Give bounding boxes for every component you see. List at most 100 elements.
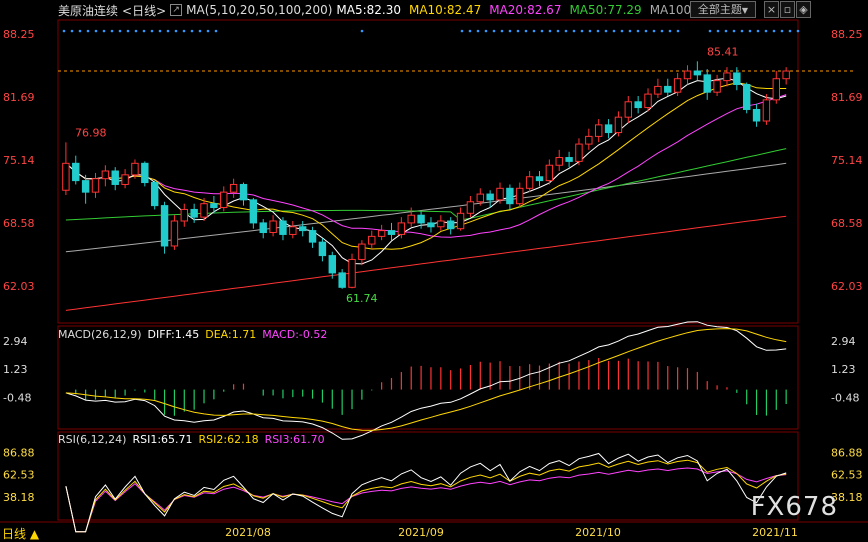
event-dot bbox=[668, 29, 672, 33]
event-dot bbox=[70, 29, 74, 33]
rsi-tick-left: 86.88 bbox=[3, 446, 35, 459]
event-dot bbox=[620, 29, 624, 33]
settings-icon[interactable]: ◈ bbox=[796, 1, 811, 18]
candle-down bbox=[604, 124, 613, 134]
candle-up bbox=[377, 230, 386, 237]
period-selector[interactable]: 日线 ▲ bbox=[2, 525, 39, 542]
ma-icon[interactable]: ↗ bbox=[170, 4, 183, 16]
theme-dropdown-label: 全部主题 bbox=[697, 3, 742, 16]
event-dot bbox=[644, 29, 648, 33]
candle-down bbox=[664, 85, 672, 93]
candle-up bbox=[269, 220, 277, 234]
candle-down bbox=[506, 187, 514, 205]
chart-svg[interactable]: 88.25 88.25 81.69 81.69 75.14 75.14 68.58 68.58… bbox=[0, 0, 868, 542]
rsi-tick-right: 86.88 bbox=[831, 446, 863, 459]
watermark: FX678 bbox=[750, 492, 838, 522]
event-dot bbox=[732, 29, 736, 33]
ma20-value: MA20:82.67 bbox=[489, 3, 562, 17]
rsi3-value: RSI3:61.70 bbox=[264, 433, 325, 446]
event-dot bbox=[206, 29, 210, 33]
macd-tick-right: 1.23 bbox=[831, 363, 856, 376]
event-dot bbox=[516, 29, 520, 33]
rsi1-value: RSI1:65.71 bbox=[132, 433, 193, 446]
candle-up bbox=[545, 164, 554, 182]
event-dot bbox=[214, 29, 218, 33]
event-dot bbox=[556, 29, 560, 33]
candle-up bbox=[289, 226, 297, 235]
event-dot bbox=[102, 29, 106, 33]
candle-up bbox=[525, 176, 534, 189]
candle-down bbox=[298, 226, 307, 232]
candle-up bbox=[782, 70, 790, 80]
ma-label: MA(5,10,20,50,100,200) bbox=[186, 3, 333, 17]
event-dot bbox=[94, 29, 98, 33]
x-axis-tick: 2021/10 bbox=[575, 526, 621, 539]
x-axis-tick: 2021/09 bbox=[398, 526, 444, 539]
candle-down bbox=[427, 222, 435, 228]
chart-window: 88.25 88.25 81.69 81.69 75.14 75.14 68.58 68.58… bbox=[0, 0, 868, 542]
event-dot bbox=[540, 29, 544, 33]
close-icon[interactable]: × bbox=[764, 1, 779, 18]
candle-down bbox=[387, 230, 396, 235]
candle-up bbox=[348, 258, 356, 288]
candle-down bbox=[634, 101, 642, 109]
candle-down bbox=[733, 72, 741, 85]
candle-up bbox=[772, 78, 781, 101]
candle-up bbox=[368, 235, 376, 245]
candle-up bbox=[644, 93, 652, 109]
rsi-header: RSI(6,12,24) RSI1:65.71 RSI2:62.18 RSI3:… bbox=[58, 433, 325, 446]
event-dot bbox=[166, 29, 170, 33]
event-dot bbox=[716, 29, 720, 33]
candle-up bbox=[476, 193, 485, 203]
candle-down bbox=[318, 241, 327, 257]
macd-tick-left: 2.94 bbox=[3, 335, 28, 348]
period-label[interactable]: <日线> bbox=[122, 2, 166, 19]
symbol-label[interactable]: 美原油连续 bbox=[58, 2, 118, 19]
event-dot bbox=[724, 29, 728, 33]
event-dot bbox=[468, 29, 472, 33]
price-tick-left: 81.69 bbox=[3, 91, 35, 104]
x-axis-tick: 2021/11 bbox=[752, 526, 798, 539]
candle-up bbox=[358, 243, 366, 260]
theme-dropdown[interactable]: 全部主题▼ bbox=[690, 1, 756, 18]
price-tick-right: 68.58 bbox=[831, 217, 863, 230]
event-dot bbox=[636, 29, 640, 33]
candle-up bbox=[654, 85, 662, 95]
candle-down bbox=[111, 170, 119, 185]
event-dot bbox=[126, 29, 130, 33]
macd-tick-right: -0.48 bbox=[831, 392, 859, 405]
candle-up bbox=[170, 220, 179, 247]
candle-up bbox=[723, 72, 731, 82]
event-dot bbox=[158, 29, 162, 33]
candle-up bbox=[220, 191, 228, 209]
candle-up bbox=[131, 162, 139, 176]
candle-up bbox=[496, 187, 504, 201]
candle-down bbox=[446, 220, 455, 230]
period-selector-label: 日线 ▲ bbox=[2, 527, 40, 541]
rsi2-line bbox=[65, 459, 787, 533]
candle-down bbox=[72, 162, 80, 182]
macd-dea: DEA:1.71 bbox=[205, 328, 257, 341]
macd-tick-left: -0.48 bbox=[3, 392, 31, 405]
candle-down bbox=[141, 162, 149, 184]
restore-icon[interactable]: ▫ bbox=[780, 1, 795, 18]
event-dot bbox=[564, 29, 568, 33]
candle-up bbox=[466, 201, 475, 214]
macd-header: MACD(26,12,9) DIFF:1.45 DEA:1.71 MACD:-0… bbox=[58, 328, 327, 341]
event-dot bbox=[492, 29, 496, 33]
event-dot bbox=[748, 29, 752, 33]
event-dot bbox=[788, 29, 792, 33]
event-dot bbox=[86, 29, 90, 33]
recent-high-annotation: 85.41 bbox=[707, 45, 739, 58]
main-header: 美原油连续 <日线> ↗ MA(5,10,20,50,100,200) MA5:… bbox=[58, 2, 691, 18]
candle-down bbox=[259, 222, 267, 234]
macd-tick-left: 1.23 bbox=[3, 363, 28, 376]
candle-down bbox=[703, 74, 711, 93]
macd-diff: DIFF:1.45 bbox=[147, 328, 200, 341]
candle-up bbox=[516, 187, 524, 205]
price-tick-right: 88.25 bbox=[831, 28, 863, 41]
event-dot bbox=[484, 29, 488, 33]
price-tick-left: 88.25 bbox=[3, 28, 35, 41]
candle-up bbox=[437, 220, 445, 228]
event-dot bbox=[62, 29, 66, 33]
